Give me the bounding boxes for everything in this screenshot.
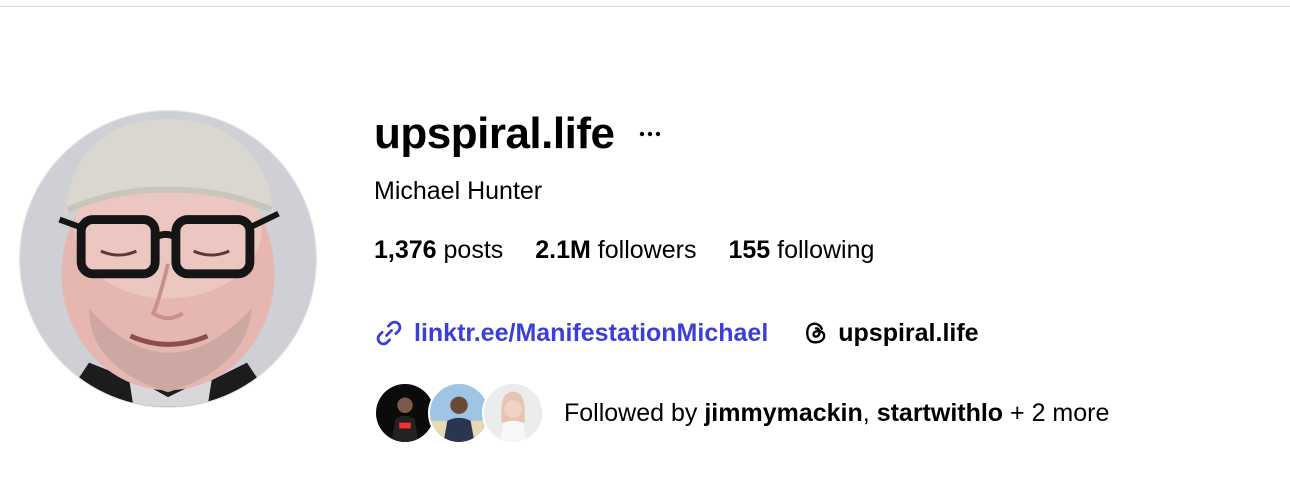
followers-count: 2.1M	[535, 236, 591, 264]
following-count: 155	[728, 236, 771, 264]
posts-count: 1,376	[374, 236, 437, 264]
website-link-text: linktr.ee/ManifestationMichael	[414, 318, 769, 347]
followed-by-separator: ,	[862, 398, 877, 427]
username-row: upspiral.life	[374, 108, 664, 160]
followed-by-prefix: Followed by	[564, 398, 705, 427]
more-icon	[640, 131, 661, 137]
following-stat[interactable]: 155 following	[728, 235, 874, 265]
mutual-follower-1: jimmymackin	[704, 398, 863, 427]
mutual-photo-1-icon	[376, 384, 434, 442]
mutual-followers-avatars	[374, 382, 544, 444]
link-icon	[376, 320, 402, 346]
links-row: linktr.ee/ManifestationMichael upspiral.…	[374, 316, 979, 350]
profile-avatar[interactable]	[19, 110, 317, 408]
more-options-button[interactable]	[636, 120, 664, 148]
posts-stat[interactable]: 1,376 posts	[374, 235, 503, 265]
threads-link[interactable]: upspiral.life	[802, 318, 979, 348]
followed-by-text[interactable]: Followed by jimmymackin, startwithlo + 2…	[564, 399, 1109, 428]
profile-stats: 1,376 posts 2.1M followers 155 following	[374, 235, 906, 265]
mutual-photo-2-icon	[430, 384, 488, 442]
followed-by-row: Followed by jimmymackin, startwithlo + 2…	[374, 381, 1109, 445]
profile-photo-icon	[20, 111, 316, 407]
profile-page: upspiral.life Michael Hunter 1,376 posts…	[0, 0, 1290, 482]
followed-by-suffix: + 2 more	[1003, 398, 1110, 427]
posts-label: posts	[436, 236, 504, 264]
mutual-avatar-3[interactable]	[482, 382, 544, 444]
mutual-follower-2: startwithlo	[876, 398, 1004, 427]
threads-icon	[806, 322, 826, 344]
website-link[interactable]: linktr.ee/ManifestationMichael	[374, 318, 768, 348]
mutual-avatar-2[interactable]	[428, 382, 490, 444]
display-name: Michael Hunter	[374, 177, 543, 205]
followers-stat[interactable]: 2.1M followers	[535, 235, 696, 265]
following-label: following	[770, 236, 875, 264]
threads-link-text: upspiral.life	[838, 318, 979, 347]
top-divider	[0, 6, 1290, 7]
mutual-photo-3-icon	[484, 384, 542, 442]
followers-label: followers	[590, 236, 697, 264]
username: upspiral.life	[374, 109, 615, 158]
mutual-avatar-1[interactable]	[374, 382, 436, 444]
